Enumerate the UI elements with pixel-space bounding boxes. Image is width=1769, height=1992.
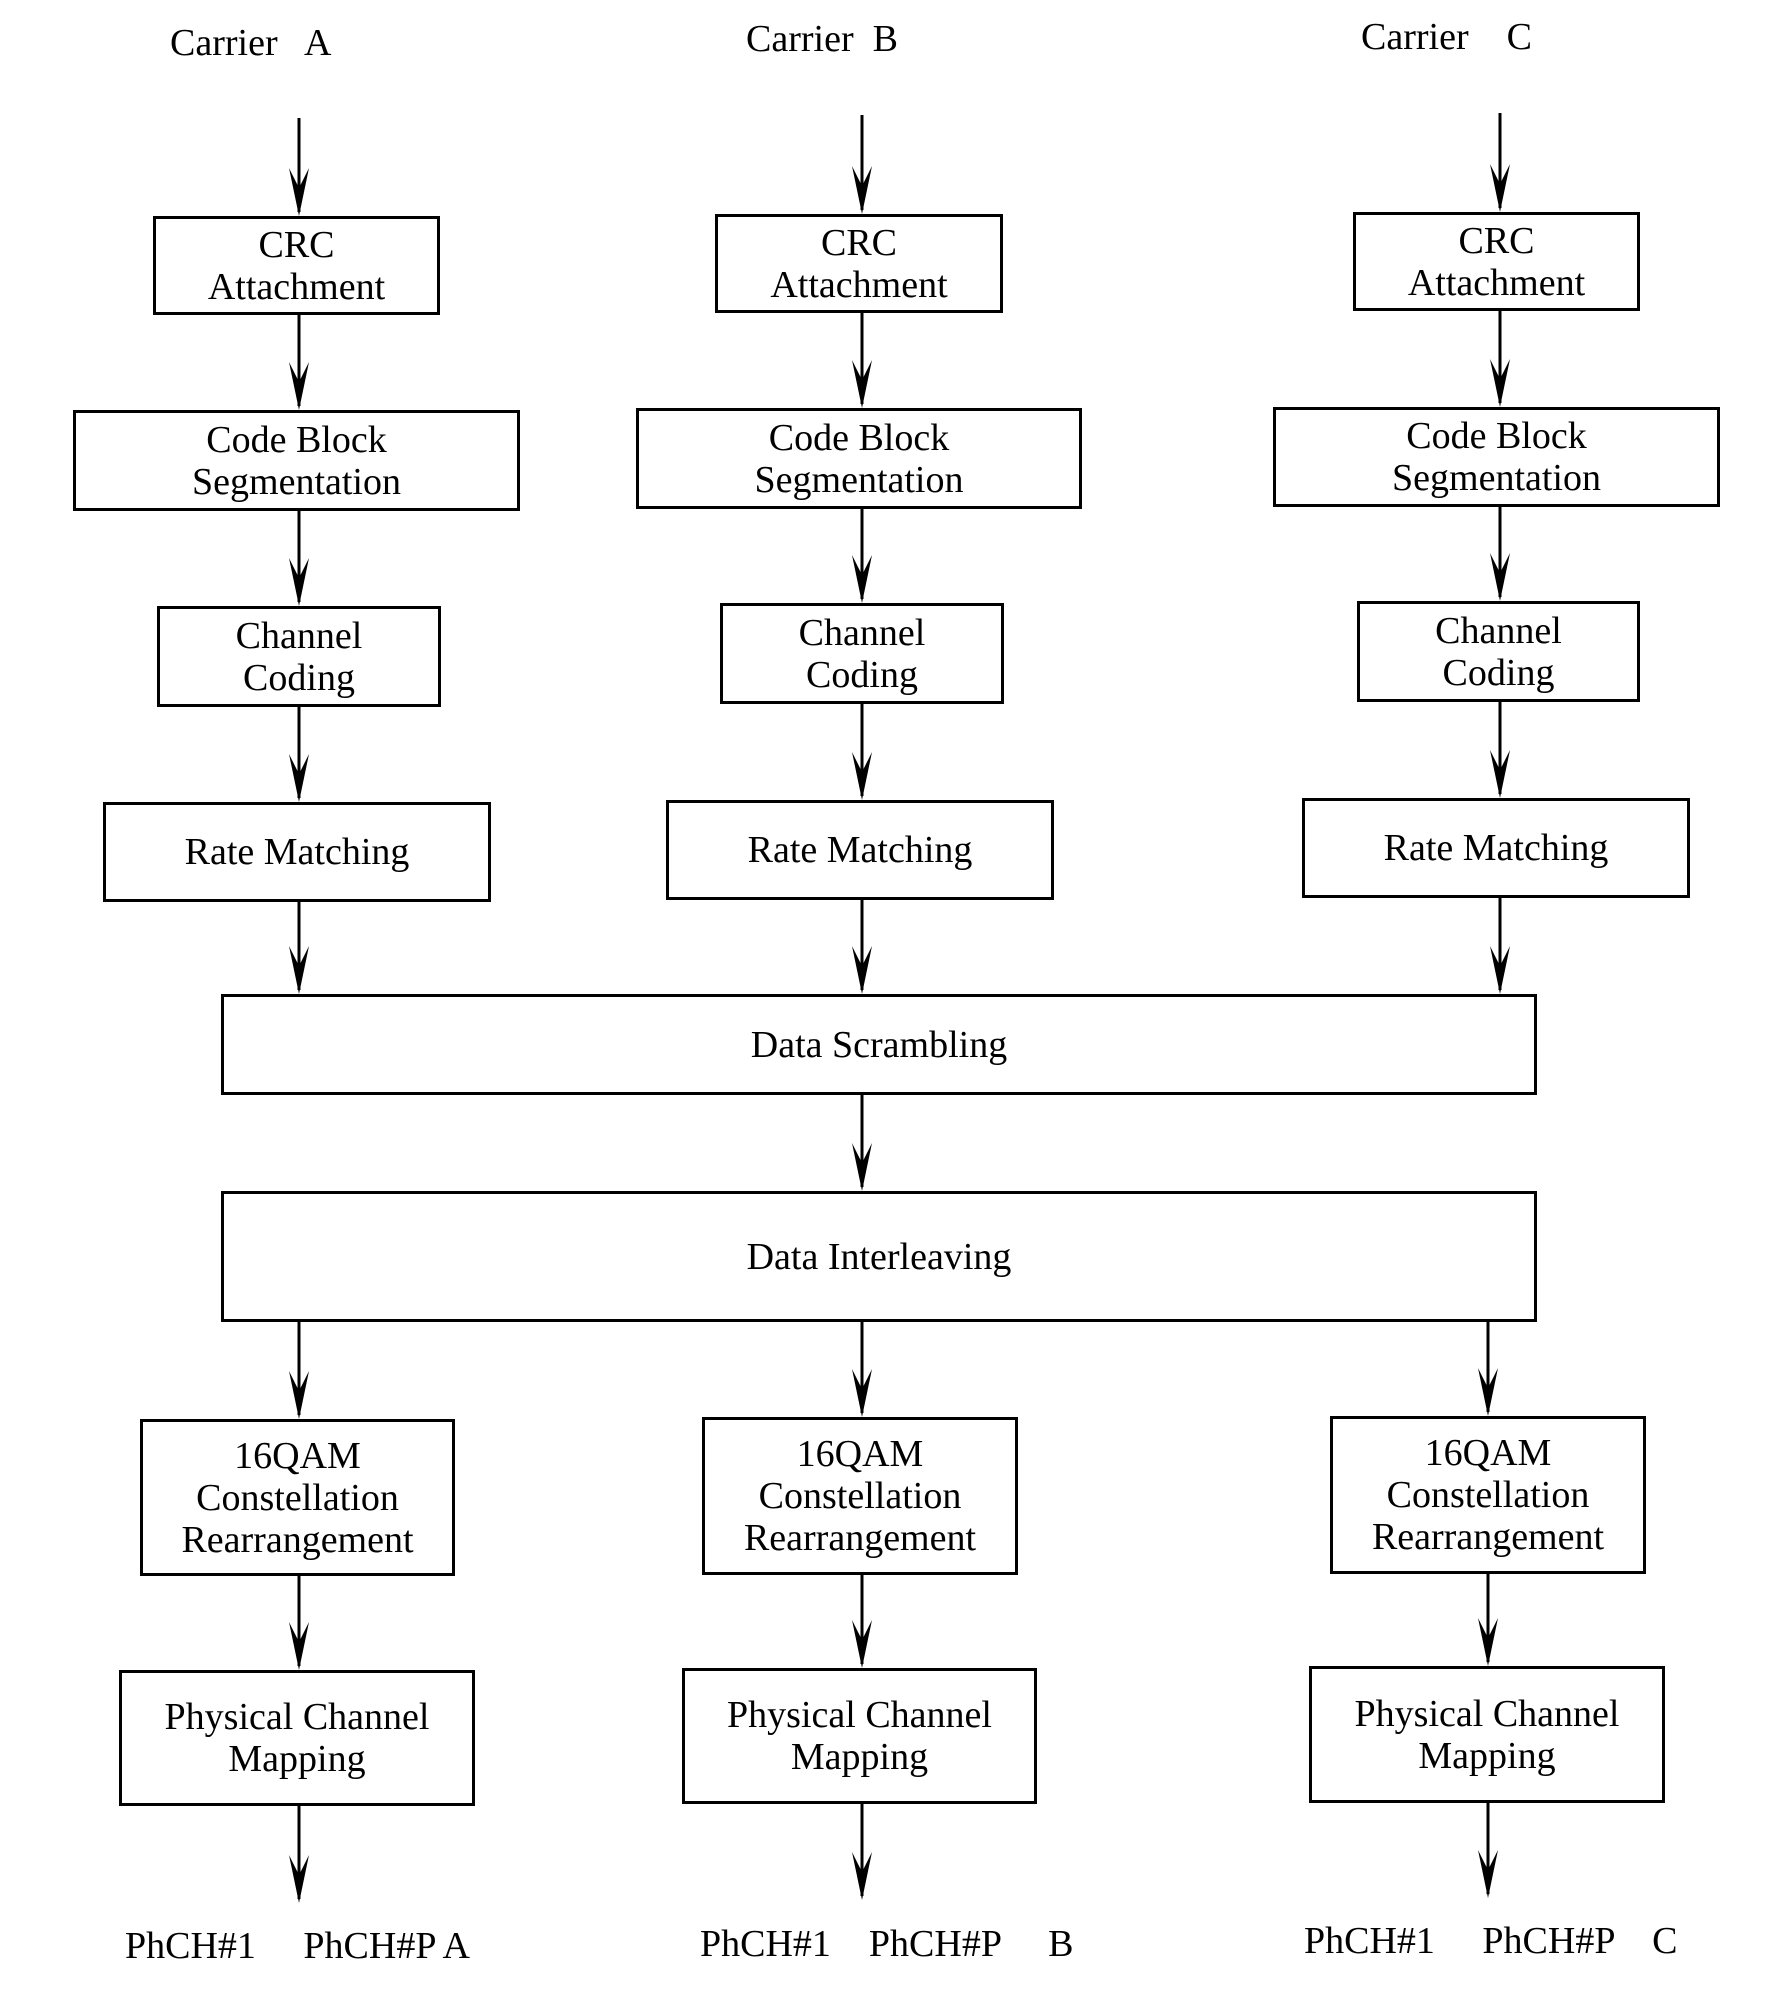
carrier-a-channel-coding: Channel Coding xyxy=(157,606,441,707)
box-label: Attachment xyxy=(1407,261,1586,304)
box-label: Rate Matching xyxy=(747,829,973,871)
data-scrambling: Data Scrambling xyxy=(221,994,1537,1095)
flow-arrow xyxy=(852,1575,872,1668)
data-interleaving: Data Interleaving xyxy=(221,1191,1537,1322)
box-label: 16QAM xyxy=(1424,1432,1552,1474)
flow-arrow xyxy=(852,509,872,603)
box-label: Code Block xyxy=(768,416,950,459)
flow-arrow xyxy=(1490,311,1510,407)
box-label: Coding xyxy=(1442,651,1555,694)
box-label: Constellation xyxy=(1386,1474,1590,1516)
carrier-c-crc-attachment: CRC Attachment xyxy=(1353,212,1640,311)
box-label: Code Block xyxy=(206,418,387,461)
box-label: Coding xyxy=(806,653,918,696)
carrier-b-physical-channel-mapping: Physical Channel Mapping xyxy=(682,1668,1037,1804)
carrier-b-outputs: PhCH#1 PhCH#P B xyxy=(700,1923,1074,1965)
carrier-b-rate-matching: Rate Matching xyxy=(666,800,1054,900)
flow-arrow xyxy=(289,1806,309,1903)
box-label: Channel xyxy=(235,614,363,657)
box-label: Rate Matching xyxy=(184,831,410,873)
box-label: Attachment xyxy=(207,265,386,308)
carrier-a-physical-channel-mapping: Physical Channel Mapping xyxy=(119,1670,475,1806)
box-label: Physical Channel xyxy=(164,1696,430,1738)
carrier-c-code-block-segmentation: Code Block Segmentation xyxy=(1273,407,1720,507)
box-label: Segmentation xyxy=(1392,457,1601,499)
flow-arrow xyxy=(852,900,872,994)
box-label: Rate Matching xyxy=(1383,827,1609,869)
flow-arrow xyxy=(852,1804,872,1900)
flow-arrow xyxy=(1490,898,1510,994)
box-label: CRC xyxy=(258,223,335,266)
box-label: Rearrangement xyxy=(1371,1516,1605,1558)
box-label: CRC xyxy=(820,221,898,264)
box-label: 16QAM xyxy=(234,1434,361,1477)
box-label: Physical Channel xyxy=(1354,1692,1620,1735)
box-label: Data Interleaving xyxy=(746,1235,1012,1278)
carrier-a-crc-attachment: CRC Attachment xyxy=(153,216,440,315)
flow-arrow xyxy=(1478,1322,1498,1416)
box-label: Constellation xyxy=(758,1475,962,1517)
box-label: 16QAM xyxy=(796,1433,924,1475)
flow-arrow xyxy=(289,902,309,994)
carrier-b-16qam-constellation-rearrangement: 16QAM Constellation Rearrangement xyxy=(702,1417,1018,1575)
carrier-a-16qam-constellation-rearrangement: 16QAM Constellation Rearrangement xyxy=(140,1419,455,1576)
carrier-a-code-block-segmentation: Code Block Segmentation xyxy=(73,410,520,511)
flow-arrow xyxy=(289,315,309,410)
flow-arrow xyxy=(289,1322,309,1419)
box-label: Coding xyxy=(243,656,355,699)
carrier-c-rate-matching: Rate Matching xyxy=(1302,798,1690,898)
carrier-c-channel-coding: Channel Coding xyxy=(1357,601,1640,702)
box-label: Rearrangement xyxy=(743,1517,977,1559)
flow-arrow xyxy=(289,511,309,606)
flow-arrow xyxy=(289,1576,309,1670)
carrier-c-physical-channel-mapping: Physical Channel Mapping xyxy=(1309,1666,1665,1803)
box-label: Segmentation xyxy=(754,458,964,501)
box-label: Code Block xyxy=(1406,415,1587,457)
flow-arrow xyxy=(852,313,872,408)
box-label: CRC xyxy=(1458,219,1535,262)
box-label: Rearrangement xyxy=(181,1518,414,1561)
flow-arrow xyxy=(289,707,309,802)
box-label: Channel xyxy=(798,611,926,654)
flow-arrow xyxy=(1478,1803,1498,1898)
carrier-b-channel-coding: Channel Coding xyxy=(720,603,1004,704)
flow-arrow xyxy=(1490,702,1510,798)
box-label: Mapping xyxy=(228,1738,366,1780)
flow-arrow xyxy=(1490,113,1510,212)
box-label: Constellation xyxy=(196,1476,399,1519)
flow-arrow xyxy=(852,115,872,214)
flow-arrow xyxy=(289,118,309,216)
carrier-b-crc-attachment: CRC Attachment xyxy=(715,214,1003,313)
box-label: Data Scrambling xyxy=(750,1023,1008,1066)
box-label: Attachment xyxy=(770,263,948,306)
carrier-c-outputs: PhCH#1 PhCH#P C xyxy=(1304,1920,1678,1962)
carrier-b-code-block-segmentation: Code Block Segmentation xyxy=(636,408,1082,509)
box-label: Channel xyxy=(1435,609,1562,652)
carrier-b-title: Carrier B xyxy=(746,18,898,60)
flow-arrow xyxy=(1490,507,1510,601)
carrier-c-16qam-constellation-rearrangement: 16QAM Constellation Rearrangement xyxy=(1330,1416,1646,1574)
flow-arrow xyxy=(852,704,872,800)
flow-arrow xyxy=(852,1095,872,1191)
flow-arrow xyxy=(852,1322,872,1417)
box-label: Mapping xyxy=(790,1736,929,1778)
flow-arrow xyxy=(1478,1574,1498,1666)
carrier-a-rate-matching: Rate Matching xyxy=(103,802,491,902)
carrier-a-title: Carrier A xyxy=(170,22,332,64)
carrier-a-outputs: PhCH#1 PhCH#P A xyxy=(125,1925,470,1967)
box-label: Mapping xyxy=(1418,1734,1556,1777)
carrier-c-title: Carrier C xyxy=(1361,16,1532,58)
box-label: Segmentation xyxy=(192,460,401,503)
box-label: Physical Channel xyxy=(727,1694,992,1736)
